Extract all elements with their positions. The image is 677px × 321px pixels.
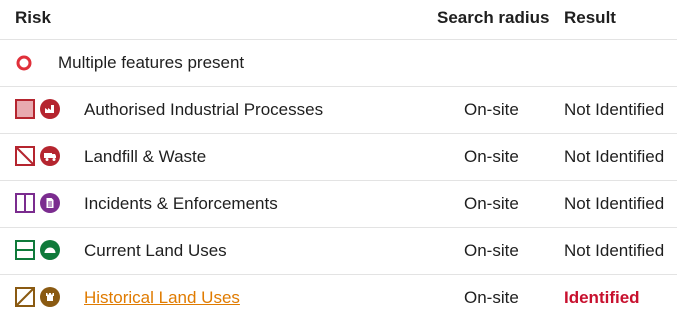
- row-radius: On-site: [464, 100, 519, 119]
- row-result: Not Identified: [564, 147, 665, 166]
- row-result: Not Identified: [564, 194, 665, 213]
- column-header-risk: Risk: [15, 8, 51, 27]
- horizontal-split-square-symbol-icon: [15, 240, 35, 260]
- table-row: Landfill & Waste On-site Not Identified: [0, 134, 677, 181]
- row-radius: On-site: [464, 288, 519, 307]
- legend-label: Multiple features present: [58, 53, 245, 72]
- document-icon: [40, 193, 60, 213]
- row-radius: On-site: [464, 194, 519, 213]
- diagonal-square-symbol-icon: [15, 146, 35, 166]
- multiple-features-ring-icon: [16, 55, 32, 71]
- row-result: Not Identified: [564, 100, 665, 119]
- row-name: Authorised Industrial Processes: [84, 100, 324, 119]
- vertical-split-square-symbol-icon: [15, 193, 35, 213]
- table-row: Historical Land Uses On-site Identified: [0, 275, 677, 321]
- row-radius: On-site: [464, 147, 519, 166]
- row-result: Not Identified: [564, 241, 665, 260]
- row-name: Incidents & Enforcements: [84, 194, 278, 213]
- factory-icon: [40, 99, 60, 119]
- table-row: Current Land Uses On-site Not Identified: [0, 228, 677, 275]
- table-row: Authorised Industrial Processes On-site …: [0, 87, 677, 134]
- risk-table: Risk Search radius Result Multiple featu…: [0, 0, 677, 321]
- column-header-search-radius: Search radius: [437, 8, 550, 27]
- row-name: Current Land Uses: [84, 241, 227, 260]
- dome-icon: [40, 240, 60, 260]
- diagonal-square-symbol-icon: [15, 287, 35, 307]
- legend-row: Multiple features present: [0, 40, 677, 87]
- row-name: Landfill & Waste: [84, 147, 207, 166]
- castle-icon: [40, 287, 60, 307]
- row-result: Identified: [564, 288, 640, 307]
- row-radius: On-site: [464, 241, 519, 260]
- table-header: Risk Search radius Result: [0, 0, 677, 40]
- historical-land-uses-link[interactable]: Historical Land Uses: [84, 288, 240, 308]
- table-row: Incidents & Enforcements On-site Not Ide…: [0, 181, 677, 228]
- column-header-result: Result: [564, 8, 616, 27]
- filled-square-symbol-icon: [15, 99, 35, 119]
- truck-icon: [40, 146, 60, 166]
